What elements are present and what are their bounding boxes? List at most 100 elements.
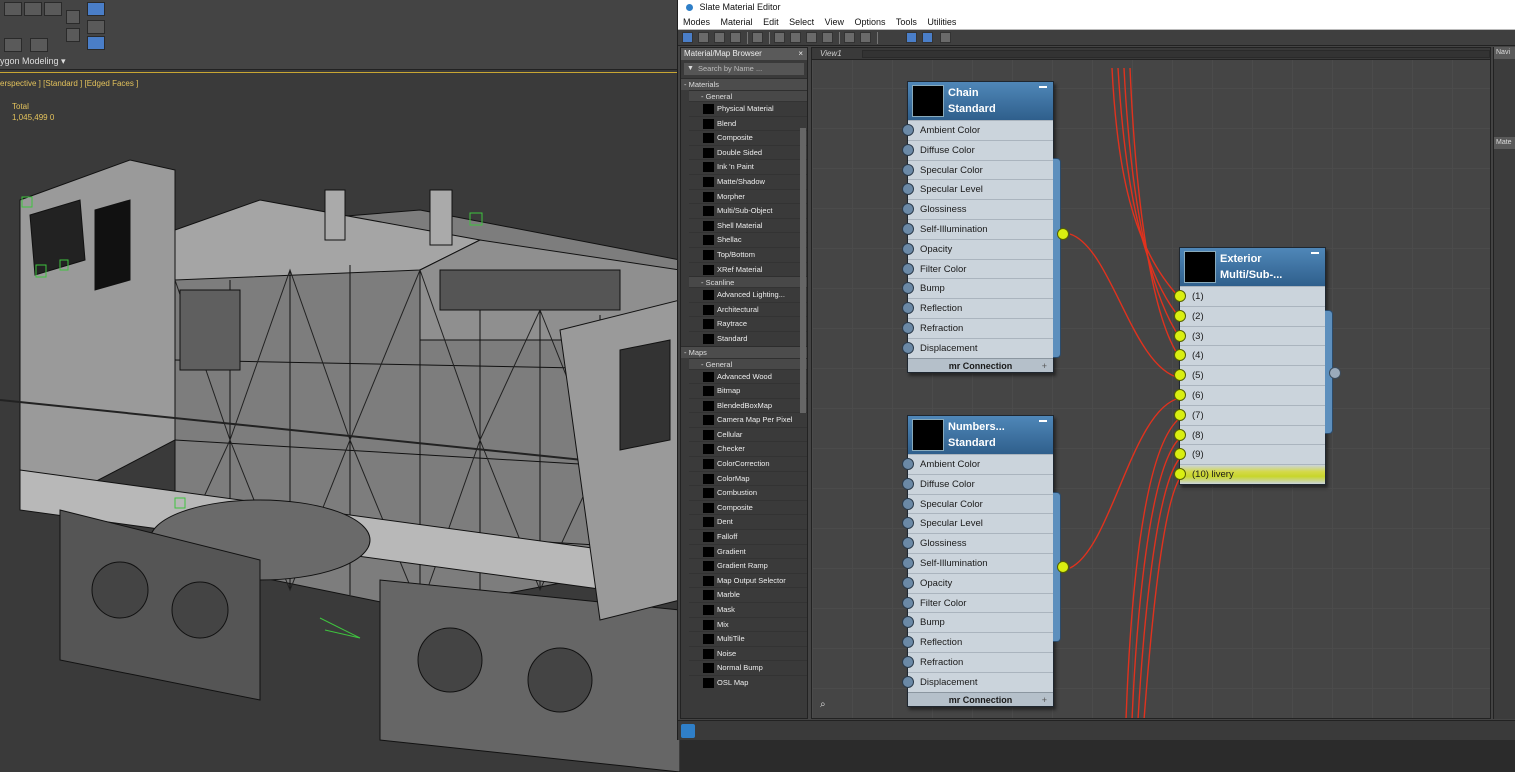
node-slot[interactable]: (2) [1174,305,1325,326]
input-socket[interactable] [902,282,914,295]
browser-search-input[interactable]: Search by Name ... [684,63,804,75]
node-slot[interactable]: (5) [1174,365,1325,385]
ribbon-button[interactable] [66,10,80,24]
input-socket[interactable] [1174,408,1186,421]
browser-item[interactable]: Marble [689,587,807,602]
input-socket[interactable] [902,576,914,589]
input-socket[interactable] [902,183,914,196]
input-socket[interactable] [902,458,914,470]
browser-item[interactable]: ColorMap [689,470,807,486]
node-slot[interactable]: Displacement [902,671,1053,692]
layout-children-icon[interactable] [860,32,871,43]
browser-scrollbar[interactable] [800,128,806,413]
browser-item[interactable]: Camera Map Per Pixel [689,412,807,427]
menu-view[interactable]: View [825,17,844,27]
find-icon[interactable] [940,32,951,43]
node-header[interactable]: Numbers... Standard [908,416,1053,454]
ribbon-button-active[interactable] [87,36,105,50]
node-slot[interactable]: (7) [1174,404,1325,425]
node-view[interactable]: View1 Chain Standard Ambient Color Diffu… [811,47,1491,719]
node-slot[interactable]: Specular Level [902,179,1053,200]
ribbon-button[interactable] [24,2,42,16]
status-icon[interactable] [681,724,695,738]
input-socket[interactable] [902,616,914,629]
input-socket[interactable] [902,556,914,569]
material-node-numbers[interactable]: Numbers... Standard Ambient Color Diffuse… [902,415,1069,707]
browser-item[interactable]: Map Output Selector [689,572,807,588]
parameter-editor-icon[interactable] [906,32,917,43]
input-socket[interactable] [902,477,914,490]
navigator-title[interactable]: Navi [1494,47,1515,59]
output-socket[interactable] [1057,561,1069,573]
node-slot[interactable]: Filter Color [902,258,1053,279]
viewport-label[interactable]: erspective ] [Standard ] [Edged Faces ] [0,79,138,88]
input-socket[interactable] [902,262,914,275]
browser-item[interactable]: Standard [689,330,807,346]
show-background-icon[interactable] [822,32,833,43]
node-slot[interactable]: Glossiness [902,199,1053,219]
node-slot[interactable]: (9) [1174,444,1325,465]
node-slot[interactable]: (10) livery [1174,464,1325,484]
delete-icon[interactable] [752,32,763,43]
browser-item[interactable]: ColorCorrection [689,456,807,471]
output-socket[interactable] [1329,367,1341,379]
node-slot[interactable]: Specular Color [902,159,1053,180]
input-socket[interactable] [1174,388,1186,401]
node-slot[interactable]: Filter Color [902,592,1053,613]
browser-item[interactable]: OSL Map [689,674,807,690]
layout-all-icon[interactable] [844,32,855,43]
node-slot[interactable]: Reflection [902,632,1053,652]
browser-item[interactable]: Blend [689,115,807,131]
ribbon-button-active[interactable] [87,2,105,16]
node-slot[interactable]: Opacity [902,238,1053,259]
menu-tools[interactable]: Tools [896,17,917,27]
material-node-exterior[interactable]: Exterior Multi/Sub-... (1) (2) (3) (4) (5) (6… [1174,247,1341,485]
node-slot[interactable]: Specular Level [902,513,1053,534]
browser-item[interactable]: Composite [689,130,807,145]
materials-scanline-group[interactable]: - Scanline [689,276,807,288]
browser-item[interactable]: Physical Material [689,101,807,116]
node-slot[interactable]: (1) [1174,286,1325,306]
browser-item[interactable]: Double Sided [689,144,807,160]
mr-connection-rollout[interactable]: mr Connection + [908,691,1053,706]
ribbon-button[interactable] [66,28,80,42]
browser-item[interactable]: Architectural [689,301,807,317]
browser-item[interactable]: Noise [689,645,807,661]
browser-item[interactable]: Composite [689,499,807,515]
input-socket[interactable] [902,242,914,255]
input-socket[interactable] [902,341,914,354]
browser-item[interactable]: XRef Material [689,261,807,277]
node-slot[interactable]: (3) [1174,325,1325,346]
input-socket[interactable] [1174,369,1186,382]
materials-general-group[interactable]: - General [689,90,807,101]
input-socket[interactable] [902,675,914,688]
menu-edit[interactable]: Edit [763,17,779,27]
maps-general-group[interactable]: - General [689,357,807,369]
node-slot[interactable]: Opacity [902,572,1053,593]
node-slot[interactable]: (8) [1174,424,1325,445]
input-socket[interactable] [1174,329,1186,342]
browser-item[interactable]: Multi/Sub-Object [689,203,807,218]
node-slot[interactable]: Diffuse Color [902,139,1053,160]
browser-item[interactable]: Gradient [689,543,807,559]
node-slot[interactable]: Self-Illumination [902,218,1053,239]
ribbon-button[interactable] [44,2,62,16]
input-socket[interactable] [902,143,914,156]
node-slot[interactable]: Refraction [902,317,1053,338]
ribbon-button[interactable] [4,2,22,16]
node-slot[interactable]: Diffuse Color [902,473,1053,494]
menu-options[interactable]: Options [855,17,886,27]
input-socket[interactable] [1174,468,1186,481]
browser-item[interactable]: Shellac [689,232,807,247]
put-material-icon[interactable] [714,32,725,43]
close-icon[interactable]: × [798,48,803,60]
hide-unused-icon[interactable] [790,32,801,43]
maps-section[interactable]: - Maps [681,345,807,358]
ribbon-button[interactable] [4,38,22,52]
node-slot[interactable]: Refraction [902,651,1053,672]
node-slot[interactable]: Specular Color [902,493,1053,514]
input-socket[interactable] [1174,290,1186,302]
input-socket[interactable] [902,203,914,216]
window-title-bar[interactable]: Slate Material Editor [678,0,1515,14]
browser-item[interactable]: Ink 'n Paint [689,159,807,174]
